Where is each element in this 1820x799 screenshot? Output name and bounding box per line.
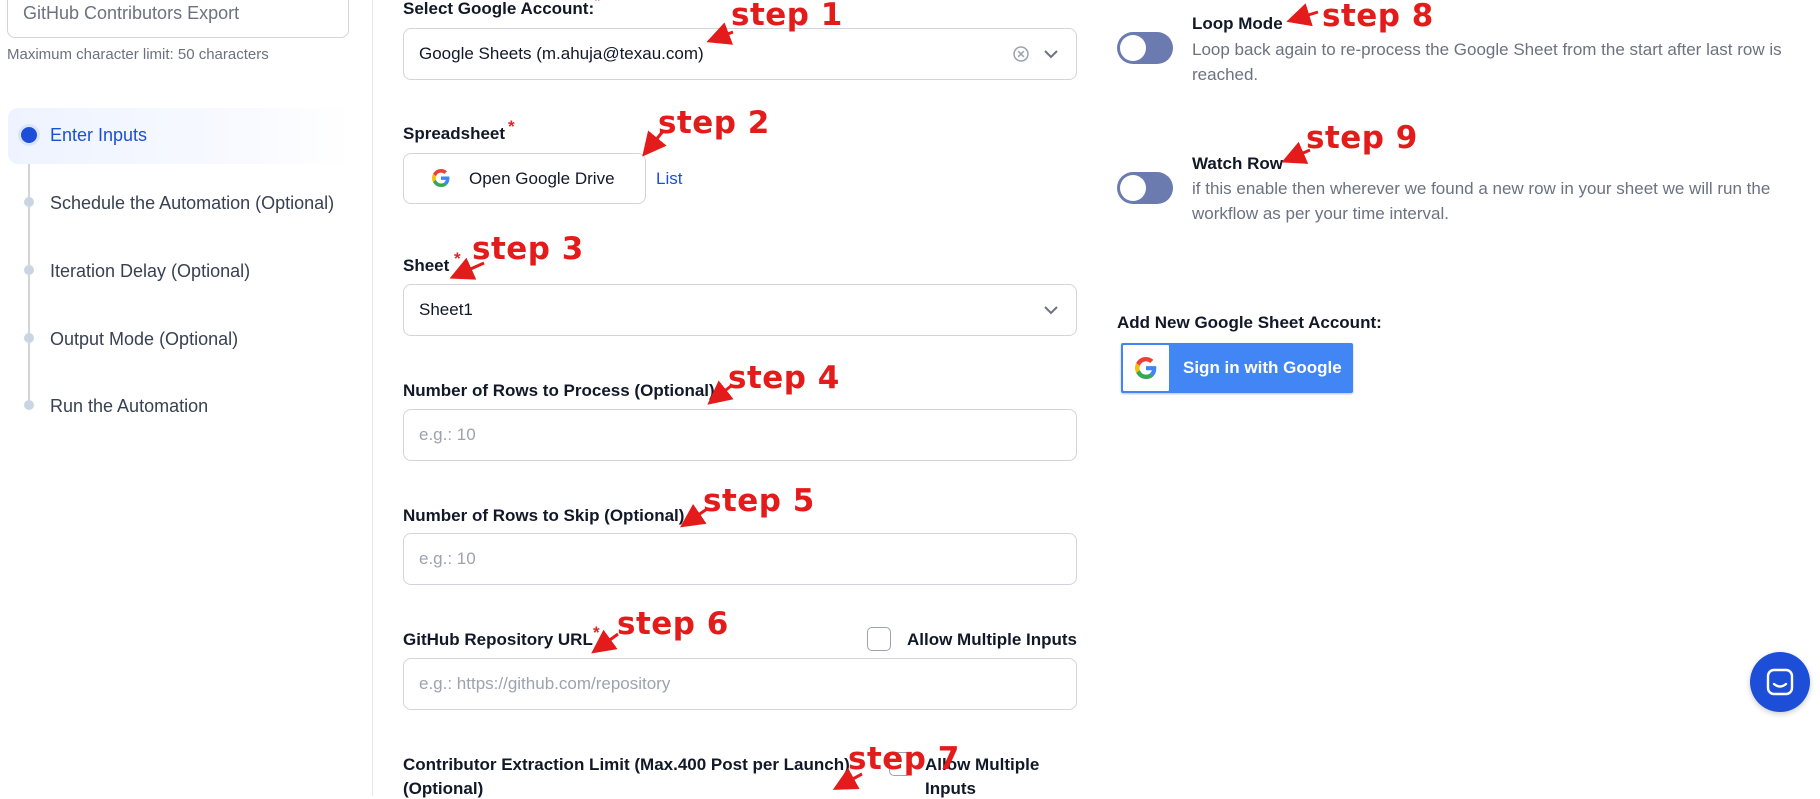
contributor-limit-label: Contributor Extraction Limit (Max.400 Po…	[403, 755, 850, 774]
spreadsheet-label: Spreadsheet	[403, 124, 506, 143]
chat-launcher-button[interactable]	[1750, 652, 1810, 712]
sheet-label: Sheet	[403, 256, 450, 275]
step-dot	[24, 197, 34, 207]
watch-row-description: if this enable then wherever we found a …	[1192, 179, 1771, 223]
annotation-step-1: step 1	[731, 0, 843, 33]
add-google-account-label: Add New Google Sheet Account:	[1117, 313, 1382, 332]
rows-to-skip-input[interactable]	[404, 534, 1076, 584]
open-google-drive-label: Open Google Drive	[469, 169, 615, 188]
list-link[interactable]: List	[656, 169, 682, 189]
loop-mode-toggle[interactable]	[1117, 32, 1173, 64]
char-limit-hint: Maximum character limit: 50 characters	[7, 46, 269, 63]
contributor-allow-multiple-label-2: Inputs	[925, 779, 976, 798]
google-g-icon	[432, 169, 450, 187]
step-dot-active	[21, 127, 37, 143]
watch-row-title: Watch Row	[1192, 154, 1283, 173]
repo-url-input[interactable]	[404, 659, 1076, 709]
google-account-label: Select Google Account:	[403, 0, 595, 18]
arrow-step8	[1286, 3, 1319, 27]
toggle-knob	[1120, 175, 1146, 201]
repo-allow-multiple-checkbox[interactable]	[867, 627, 891, 651]
step-schedule[interactable]: Schedule the Automation (Optional)	[50, 193, 334, 214]
required-mark: *	[508, 117, 515, 136]
automation-name-input[interactable]: GitHub Contributors Export	[7, 0, 349, 38]
annotation-step-6: step 6	[617, 606, 729, 642]
repo-url-field[interactable]	[403, 658, 1077, 710]
required-mark: *	[454, 249, 461, 268]
annotation-step-5: step 5	[703, 483, 815, 519]
step-enter-inputs[interactable]: Enter Inputs	[50, 125, 147, 146]
step-dot	[24, 265, 34, 275]
rows-to-process-input[interactable]	[404, 410, 1076, 460]
rows-to-process-label: Number of Rows to Process (Optional)	[403, 381, 715, 400]
google-signin-icon-box	[1123, 345, 1169, 391]
chevron-down-icon[interactable]	[1042, 45, 1060, 63]
annotation-step-2: step 2	[658, 105, 770, 141]
chevron-down-icon[interactable]	[1042, 301, 1060, 319]
annotation-step-4: step 4	[728, 360, 840, 396]
clear-icon[interactable]	[1012, 45, 1030, 63]
rows-to-skip-label: Number of Rows to Skip (Optional)	[403, 506, 685, 525]
rows-to-process-field[interactable]	[403, 409, 1077, 461]
required-mark: *	[593, 623, 600, 642]
sidebar: GitHub Contributors Export Maximum chara…	[0, 0, 373, 796]
sheet-select[interactable]: Sheet1	[403, 284, 1077, 336]
google-account-select[interactable]: Google Sheets (m.ahuja@texau.com)	[403, 28, 1077, 80]
annotation-step-8: step 8	[1322, 0, 1434, 34]
sheet-value: Sheet1	[419, 300, 473, 319]
google-account-value: Google Sheets (m.ahuja@texau.com)	[419, 44, 704, 63]
contributor-limit-label-optional: (Optional)	[403, 779, 484, 798]
step-iteration-delay[interactable]: Iteration Delay (Optional)	[50, 261, 250, 282]
google-signin-label: Sign in with Google	[1183, 358, 1342, 377]
google-g-icon	[1135, 357, 1157, 379]
rows-to-skip-field[interactable]	[403, 533, 1077, 585]
annotation-step-3: step 3	[472, 231, 584, 267]
loop-mode-title: Loop Mode	[1192, 14, 1283, 33]
repo-allow-multiple-label: Allow Multiple Inputs	[907, 630, 1077, 649]
annotation-step-7: step 7	[848, 741, 960, 777]
step-dot	[24, 400, 34, 410]
watch-row-toggle[interactable]	[1117, 172, 1173, 204]
required-mark: *	[594, 0, 601, 10]
annotation-step-9: step 9	[1306, 120, 1418, 156]
open-google-drive-button[interactable]: Open Google Drive	[403, 153, 646, 204]
step-output-mode[interactable]: Output Mode (Optional)	[50, 329, 238, 350]
google-signin-button[interactable]: Sign in with Google	[1121, 343, 1353, 393]
repo-url-label: GitHub Repository URL	[403, 630, 593, 649]
step-run-automation[interactable]: Run the Automation	[50, 396, 208, 417]
loop-mode-description: Loop back again to re-process the Google…	[1192, 40, 1782, 84]
step-dot	[24, 333, 34, 343]
chat-icon	[1766, 668, 1794, 696]
toggle-knob	[1120, 35, 1146, 61]
